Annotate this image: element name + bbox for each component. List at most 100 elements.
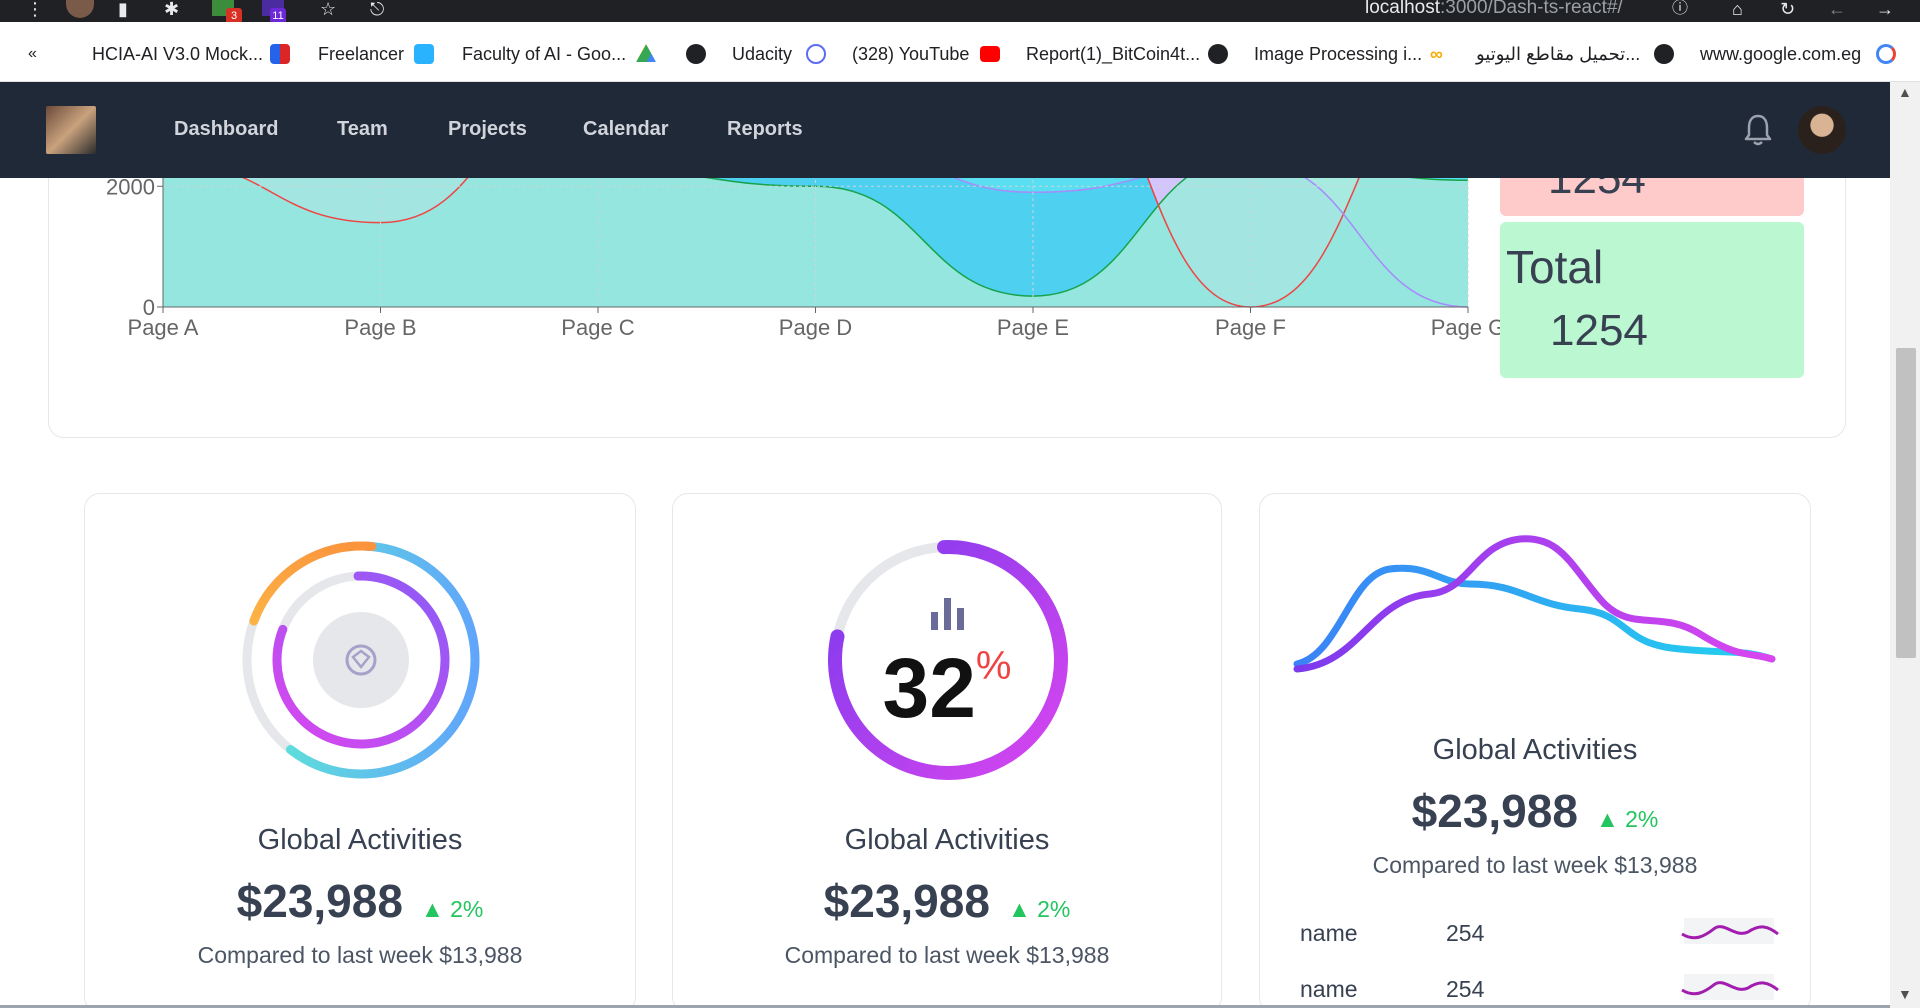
bookmark-item[interactable]: www.google.com.eg bbox=[1700, 42, 1861, 66]
bookmark-label: (328) YouTube bbox=[852, 43, 970, 64]
bookmark-label: Udacity bbox=[732, 43, 793, 64]
scroll-down-icon[interactable]: ▼ bbox=[1898, 986, 1912, 1002]
card-amount: $23,988 ▲ 2% bbox=[673, 874, 1221, 928]
avatar[interactable] bbox=[1798, 106, 1846, 154]
wave-chart bbox=[1293, 535, 1776, 673]
activity-card-rings: Global Activities $23,988 ▲ 2% Compared t… bbox=[84, 493, 636, 1008]
bookmarks-bar: « HCIA-AI V3.0 Mock... Freelancer Facult… bbox=[0, 22, 1920, 82]
stat-card-total: Total 1254 bbox=[1500, 222, 1804, 378]
triangle-up-icon: ▲ bbox=[1007, 896, 1031, 922]
bookmark-item[interactable]: Image Processing i... bbox=[1254, 42, 1422, 66]
bookmark-label: تحميل مقاطع اليوتيو... bbox=[1476, 43, 1641, 64]
bookmark-item[interactable]: Udacity bbox=[732, 42, 792, 66]
card-amount-value: $23,988 bbox=[1411, 785, 1578, 837]
triangle-up-icon: ▲ bbox=[420, 896, 444, 922]
card-change-value: 2% bbox=[1625, 806, 1659, 832]
list-item[interactable]: name 254 bbox=[1300, 914, 1780, 954]
card-change: ▲ 2% bbox=[1008, 896, 1070, 922]
page-viewport: Page A Page B Page C Page D Page E Page F Page… bbox=[0, 82, 1890, 1008]
youtube-icon bbox=[980, 42, 1000, 66]
home-icon[interactable]: ⌂ bbox=[1732, 0, 1743, 18]
bell-icon[interactable] bbox=[1742, 112, 1774, 148]
card-amount-value: $23,988 bbox=[823, 875, 990, 927]
y-tick-label: 0 bbox=[143, 295, 155, 320]
extensions-icon[interactable]: ✱ bbox=[164, 0, 179, 18]
wave-series-blue bbox=[1293, 564, 1776, 668]
scroll-up-icon[interactable]: ▲ bbox=[1898, 84, 1912, 100]
address-bar[interactable]: localhost:3000/Dash-ts-react#/ bbox=[1365, 0, 1623, 19]
bookmark-favicon bbox=[270, 42, 290, 66]
card-amount: $23,988 ▲ 2% bbox=[85, 874, 635, 928]
nav-dashboard[interactable]: Dashboard bbox=[174, 118, 278, 141]
row-name: name bbox=[1300, 976, 1358, 1002]
rings-chart bbox=[242, 541, 480, 779]
activity-card-percent: 32% Global Activities $23,988 ▲ 2% Compar… bbox=[672, 493, 1222, 1008]
scrollbar-thumb[interactable] bbox=[1896, 348, 1916, 658]
browser-toolbar: ⋮ ▮ ✱ 3 11 ☆ ⎋ localhost:3000/Dash-ts-re… bbox=[0, 0, 1920, 24]
stat-card-top: 1254 bbox=[1500, 178, 1804, 216]
url-host: localhost bbox=[1365, 0, 1440, 18]
bookmark-item[interactable]: HCIA-AI V3.0 Mock... bbox=[92, 42, 263, 66]
share-icon[interactable]: ⎋ bbox=[370, 0, 384, 18]
app-navbar: Dashboard Team Projects Calendar Reports bbox=[0, 82, 1890, 178]
list-item[interactable]: name 254 bbox=[1300, 970, 1780, 1008]
bookmark-item[interactable]: Report(1)_BitCoin4t... bbox=[1026, 42, 1200, 66]
x-tick-label: Page D bbox=[779, 315, 852, 340]
row-sparkline bbox=[1681, 918, 1779, 944]
forward-icon[interactable]: ← bbox=[1828, 0, 1846, 18]
card-change-value: 2% bbox=[450, 896, 484, 922]
card-title: Global Activities bbox=[257, 824, 463, 856]
bookmark-label: Faculty of AI - Goo... bbox=[462, 43, 627, 64]
nav-team[interactable]: Team bbox=[337, 118, 388, 141]
row-sparkline bbox=[1681, 974, 1779, 1000]
freelancer-icon bbox=[414, 42, 434, 66]
kebab-menu-icon[interactable]: ⋮ bbox=[26, 0, 44, 18]
chevron-double-left-icon[interactable]: « bbox=[28, 42, 37, 66]
card-amount-value: $23,988 bbox=[236, 875, 403, 927]
row-name: name bbox=[1300, 920, 1358, 946]
stat-total-value: 1254 bbox=[1550, 306, 1648, 355]
star-icon[interactable]: ☆ bbox=[320, 0, 336, 18]
bookmark-label: HCIA-AI V3.0 Mock... bbox=[92, 43, 264, 64]
bookmark-item[interactable]: Faculty of AI - Goo... bbox=[462, 42, 626, 66]
percent-readout: 32% bbox=[673, 640, 1221, 737]
card-compare: Compared to last week $13,988 bbox=[197, 942, 523, 968]
x-tick-label: Page B bbox=[344, 315, 416, 340]
card-change-value: 2% bbox=[1037, 896, 1071, 922]
back-icon[interactable]: → bbox=[1876, 0, 1894, 18]
ring-center bbox=[313, 612, 409, 708]
user-logo[interactable] bbox=[46, 106, 96, 154]
card-amount: $23,988 ▲ 2% bbox=[1260, 784, 1810, 838]
card-title: Global Activities bbox=[1432, 734, 1638, 766]
card-change: ▲ 2% bbox=[1596, 806, 1658, 832]
row-value: 254 bbox=[1446, 976, 1485, 1002]
nav-calendar[interactable]: Calendar bbox=[583, 118, 669, 141]
bookmark-item[interactable]: (328) YouTube bbox=[852, 42, 969, 66]
bookmark-label: Report(1)_BitCoin4t... bbox=[1026, 43, 1201, 64]
globe-icon bbox=[686, 42, 706, 66]
bar-chart-icon bbox=[931, 598, 964, 630]
globe-icon bbox=[1208, 42, 1228, 66]
card-compare: Compared to last week $13,988 bbox=[1372, 852, 1698, 878]
bookmark-item[interactable]: Freelancer bbox=[318, 42, 404, 66]
y-tick-label: 2000 bbox=[106, 174, 155, 199]
bookmark-label: www.google.com.eg bbox=[1700, 43, 1862, 64]
reload-icon[interactable]: ↻ bbox=[1780, 0, 1795, 18]
percent-value: 32 bbox=[882, 641, 976, 735]
bookmark-label: Freelancer bbox=[318, 43, 405, 64]
bookmark-label: Image Processing i... bbox=[1254, 43, 1423, 64]
row-value: 254 bbox=[1446, 920, 1485, 946]
card-title: Global Activities bbox=[844, 824, 1050, 856]
url-path: :3000/Dash-ts-react#/ bbox=[1440, 0, 1623, 18]
card-compare: Compared to last week $13,988 bbox=[784, 942, 1110, 968]
x-tick-label: Page E bbox=[997, 315, 1069, 340]
nav-projects[interactable]: Projects bbox=[448, 118, 527, 141]
bookmark-item[interactable]: تحميل مقاطع اليوتيو... bbox=[1476, 42, 1640, 66]
google-icon bbox=[1876, 42, 1896, 66]
info-icon[interactable]: ⓘ bbox=[1672, 0, 1688, 18]
nav-reports[interactable]: Reports bbox=[727, 118, 803, 141]
colab-icon: ∞ bbox=[1430, 43, 1443, 64]
sidebar-icon[interactable]: ▮ bbox=[118, 0, 128, 18]
profile-icon[interactable] bbox=[66, 0, 94, 18]
globe-icon bbox=[1654, 42, 1674, 66]
